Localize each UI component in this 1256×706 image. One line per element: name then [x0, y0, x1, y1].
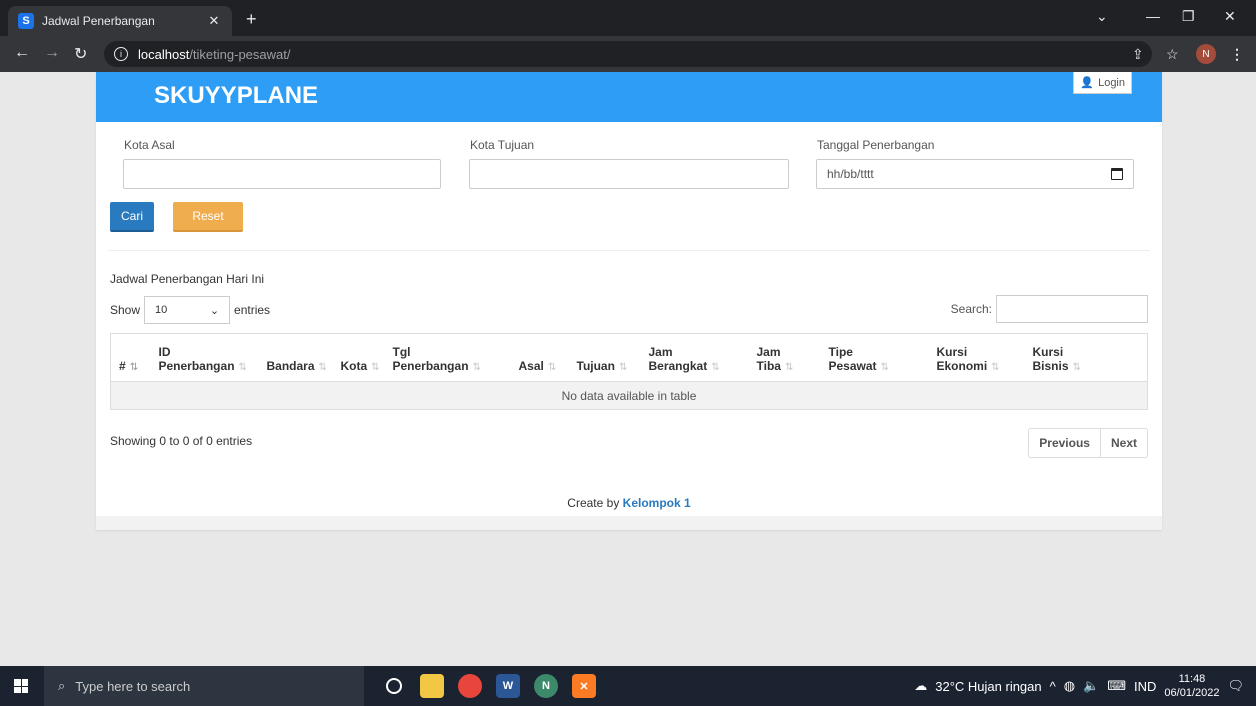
page-viewport: SKUYYPLANE 👤 Login Kota Asal Kota Tujuan…	[0, 72, 1256, 666]
volume-icon[interactable]: 🔈	[1083, 678, 1099, 694]
brand-title: SKUYYPLANE	[154, 82, 319, 109]
close-tab-icon[interactable]: ✕	[206, 13, 222, 29]
windows-taskbar: ⌕ Type here to search W N ✕ ☁ 32°C Hujan…	[0, 666, 1256, 706]
share-icon[interactable]: ⇪	[1132, 46, 1144, 63]
divider	[108, 250, 1150, 251]
cortana-icon[interactable]	[386, 678, 402, 694]
page-footer: Create by Kelompok 1	[96, 496, 1162, 510]
entries-length-control: Show 10 ⌄ entries	[110, 296, 270, 324]
date-placeholder: hh/bb/tttt	[827, 167, 874, 181]
menu-kebab-icon[interactable]: ⋮	[1230, 46, 1244, 63]
chrome-icon[interactable]	[458, 674, 482, 698]
previous-page-button[interactable]: Previous	[1029, 429, 1101, 457]
notification-icon[interactable]: 🗨	[1227, 678, 1244, 694]
table-info: Showing 0 to 0 of 0 entries	[110, 434, 253, 448]
footer-text: Create by	[567, 496, 620, 510]
date-label: Tanggal Penerbangan	[817, 138, 935, 152]
search-button[interactable]: Cari	[110, 202, 154, 232]
chevron-up-icon[interactable]: ^	[1050, 679, 1056, 694]
tab-search-icon[interactable]: ⌄	[1096, 8, 1108, 25]
footer-bar	[96, 516, 1162, 530]
system-tray: ☁ 32°C Hujan ringan ^ ◍ 🔈 ⌨ IND 11:48 06…	[914, 666, 1256, 706]
taskbar-search-placeholder: Type here to search	[75, 678, 191, 694]
url-host: localhost	[138, 46, 190, 62]
site-info-icon[interactable]: i	[114, 47, 128, 61]
next-page-button[interactable]: Next	[1101, 429, 1147, 457]
column-header-airport[interactable]: Bandara ⇅	[258, 333, 333, 382]
table-section-title: Jadwal Penerbangan Hari Ini	[110, 272, 265, 286]
table-header-row: # ⇅ ID Penerbangan ⇅ Bandara ⇅ Kota ⇅ Tgl Pene…	[110, 333, 1148, 382]
user-icon: 👤	[1080, 77, 1095, 89]
column-header-city[interactable]: Kota ⇅	[332, 333, 385, 382]
entries-value: 10	[155, 304, 168, 316]
origin-input[interactable]	[123, 159, 441, 189]
browser-tab[interactable]: S Jadwal Penerbangan ✕	[8, 6, 232, 36]
favicon-icon: S	[18, 13, 34, 29]
column-header-number[interactable]: # ⇅	[110, 333, 151, 382]
clock-time: 11:48	[1178, 673, 1206, 685]
column-header-departure-time[interactable]: Jam Berangkat ⇅	[640, 333, 749, 382]
xampp-icon[interactable]: ✕	[572, 674, 596, 698]
cloud-icon: ☁	[914, 678, 928, 693]
url-bar[interactable]: i localhost/tiketing-pesawat/	[104, 41, 1152, 67]
tab-title: Jadwal Penerbangan	[42, 14, 155, 28]
column-header-flight-id[interactable]: ID Penerbangan ⇅	[150, 333, 259, 382]
new-tab-button[interactable]: +	[246, 9, 257, 30]
login-label: Login	[1098, 76, 1125, 89]
site-header: SKUYYPLANE 👤 Login	[96, 72, 1162, 122]
column-header-origin[interactable]: Asal ⇅	[510, 333, 569, 382]
login-button[interactable]: 👤 Login	[1073, 72, 1132, 94]
column-header-aircraft-type[interactable]: Tipe Pesawat ⇅	[820, 333, 929, 382]
calendar-icon[interactable]	[1111, 168, 1123, 180]
url-path: /tiketing-pesawat/	[189, 46, 291, 62]
column-header-flight-date[interactable]: Tgl Penerbangan ⇅	[384, 333, 511, 382]
back-arrow-icon[interactable]: ←	[14, 44, 30, 62]
column-header-economy-seats[interactable]: Kursi Ekonomi ⇅	[928, 333, 1025, 382]
date-input[interactable]: hh/bb/tttt	[816, 159, 1134, 189]
file-explorer-icon[interactable]	[420, 674, 444, 698]
minimize-button[interactable]: —	[1146, 8, 1160, 24]
close-window-button[interactable]: ✕	[1224, 8, 1236, 25]
restore-button[interactable]: ❐	[1182, 8, 1195, 25]
browser-tab-bar: S Jadwal Penerbangan ✕ + ⌄ — ❐ ✕	[0, 0, 1256, 36]
main-container: SKUYYPLANE 👤 Login Kota Asal Kota Tujuan…	[96, 72, 1162, 530]
clock-date: 06/01/2022	[1164, 687, 1220, 699]
chevron-down-icon: ⌄	[209, 304, 220, 317]
chrome-profile-icon[interactable]: N	[534, 674, 558, 698]
search-icon: ⌕	[58, 678, 66, 693]
keyboard-icon[interactable]: ⌨	[1107, 678, 1126, 694]
search-label: Search:	[950, 302, 992, 316]
column-header-business-seats[interactable]: Kursi Bisnis ⇅	[1024, 333, 1148, 382]
forward-arrow-icon[interactable]: →	[44, 44, 60, 62]
origin-label: Kota Asal	[124, 138, 175, 152]
entries-select[interactable]: 10 ⌄	[144, 296, 231, 324]
word-icon[interactable]: W	[496, 674, 520, 698]
destination-label: Kota Tujuan	[470, 138, 535, 152]
pagination: Previous Next	[1028, 428, 1148, 458]
windows-start-icon[interactable]	[14, 679, 28, 693]
network-icon[interactable]: ◍	[1064, 678, 1075, 694]
footer-link[interactable]: Kelompok 1	[623, 496, 691, 510]
clock[interactable]: 11:48 06/01/2022	[1164, 672, 1219, 700]
address-toolbar: ← → ↻ i localhost/tiketing-pesawat/ ⇪ ☆ …	[0, 36, 1256, 72]
weather-text[interactable]: 32°C Hujan ringan	[935, 679, 1041, 694]
table-row: No data available in table	[110, 381, 1148, 410]
table-search-input[interactable]	[996, 295, 1148, 323]
bookmark-star-icon[interactable]: ☆	[1166, 46, 1179, 63]
taskbar-search[interactable]: ⌕ Type here to search	[44, 666, 364, 706]
column-header-arrival-time[interactable]: Jam Tiba ⇅	[748, 333, 821, 382]
profile-avatar[interactable]: N	[1196, 44, 1216, 64]
show-label: Show	[110, 303, 141, 317]
column-header-destination[interactable]: Tujuan ⇅	[568, 333, 641, 382]
empty-table-message: No data available in table	[110, 381, 1148, 410]
destination-input[interactable]	[469, 159, 789, 189]
table-search: Search:	[951, 295, 1148, 323]
entries-label: entries	[234, 303, 271, 317]
reset-button[interactable]: Reset	[173, 202, 243, 232]
language-indicator[interactable]: IND	[1134, 679, 1156, 694]
flight-schedule-table: # ⇅ ID Penerbangan ⇅ Bandara ⇅ Kota ⇅ Tgl Pene…	[110, 333, 1148, 410]
reload-icon[interactable]: ↻	[74, 44, 87, 64]
